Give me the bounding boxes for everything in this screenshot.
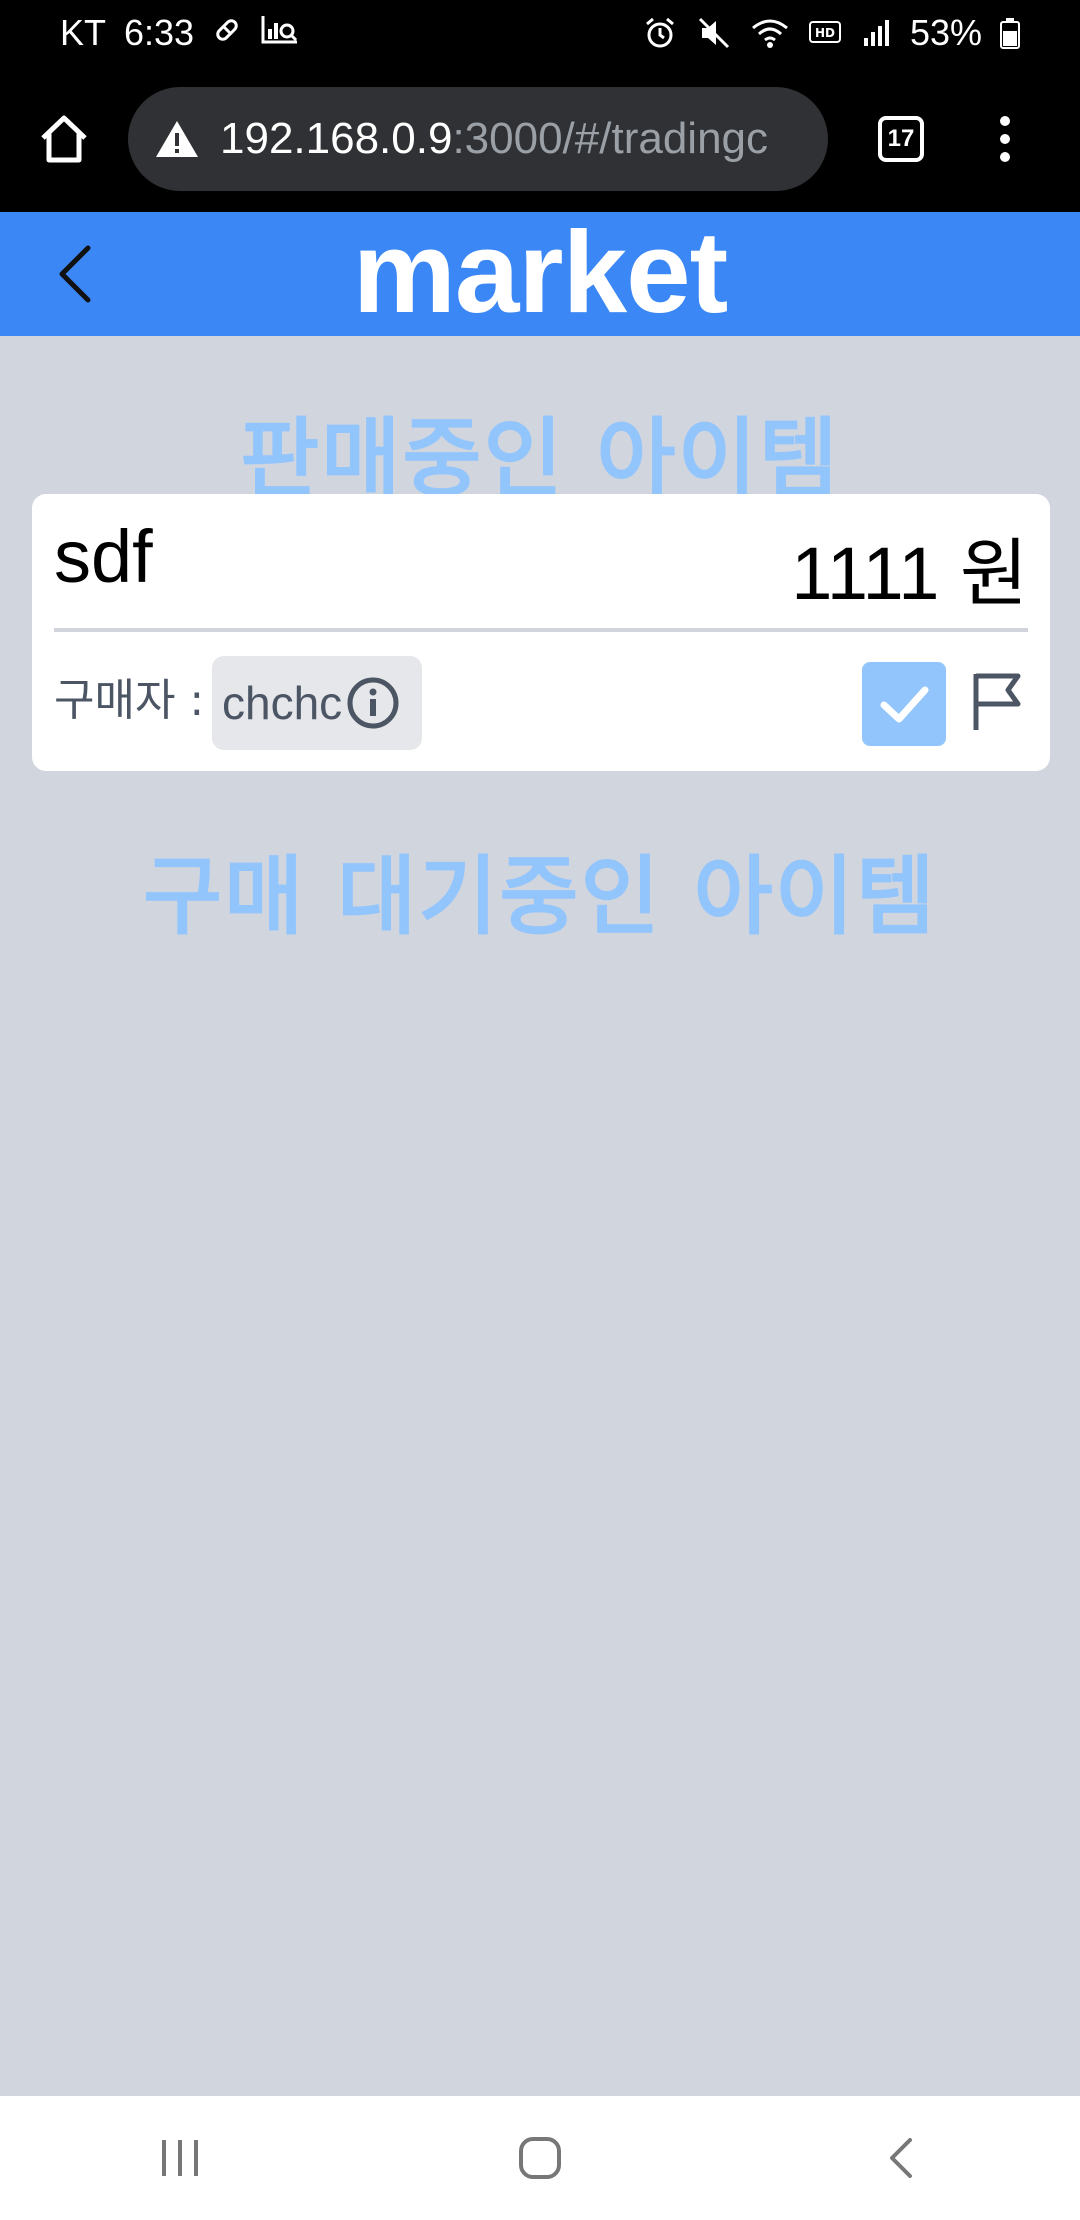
analytics-notification-icon xyxy=(260,12,300,54)
carrier-label: KT xyxy=(60,12,107,53)
flag-icon[interactable] xyxy=(968,668,1028,732)
battery-icon xyxy=(1000,17,1020,49)
item-name: sdf xyxy=(54,515,153,598)
back-nav-button[interactable] xyxy=(840,2118,960,2198)
home-icon xyxy=(41,115,87,163)
recent-apps-button[interactable] xyxy=(120,2118,240,2198)
buyer-label: 구매자 : xyxy=(54,675,205,726)
back-button[interactable] xyxy=(50,242,100,306)
pill-notification-icon xyxy=(212,12,242,54)
item-price: 1111 원 xyxy=(791,532,1028,615)
card-divider xyxy=(54,628,1028,632)
buyer-chip[interactable]: chchc xyxy=(212,656,422,750)
check-icon xyxy=(880,686,929,723)
battery-label: 53% xyxy=(909,12,982,53)
svg-text:HD: HD xyxy=(815,26,835,40)
mute-icon xyxy=(696,15,732,51)
browser-menu-button[interactable] xyxy=(1000,116,1010,162)
recent-apps-icon xyxy=(162,2140,198,2176)
url-host: 192.168.0.9 xyxy=(220,114,453,163)
confirm-checkbox[interactable] xyxy=(862,662,946,746)
menu-dot xyxy=(1000,152,1010,162)
status-left: KT 6:33 xyxy=(60,12,300,54)
menu-dot xyxy=(1000,134,1010,144)
page-title: market xyxy=(352,207,728,337)
browser-toolbar: 192.168.0.9:3000/#/tradingc 17 xyxy=(0,66,1080,212)
buyer-name: chchc xyxy=(222,677,343,729)
status-right: HD 53% xyxy=(642,12,1020,54)
url-path: :3000/#/tradingc xyxy=(452,114,769,163)
signal-icon xyxy=(862,18,892,48)
time-label: 6:33 xyxy=(124,12,195,53)
hd-voice-icon: HD xyxy=(808,18,844,48)
url-bar[interactable]: 192.168.0.9:3000/#/tradingc xyxy=(128,87,828,191)
home-button[interactable] xyxy=(0,66,128,212)
warning-icon xyxy=(156,121,198,157)
system-nav-bar xyxy=(0,2096,1080,2220)
wifi-icon xyxy=(750,16,790,50)
status-bar: KT 6:33 HD 53% xyxy=(0,0,1080,66)
menu-dot xyxy=(1000,116,1010,126)
info-icon[interactable] xyxy=(346,676,400,730)
alarm-icon xyxy=(642,15,678,51)
tab-switcher-button[interactable]: 17 xyxy=(878,116,924,162)
back-nav-icon xyxy=(890,2138,912,2178)
app-header: market xyxy=(0,212,1080,336)
home-circle-icon xyxy=(519,2137,561,2179)
item-card: sdf 1111 원 구매자 : chchc xyxy=(32,494,1050,771)
pending-items-title: 구매 대기중인 아이템 xyxy=(143,847,937,947)
home-nav-button[interactable] xyxy=(480,2118,600,2198)
